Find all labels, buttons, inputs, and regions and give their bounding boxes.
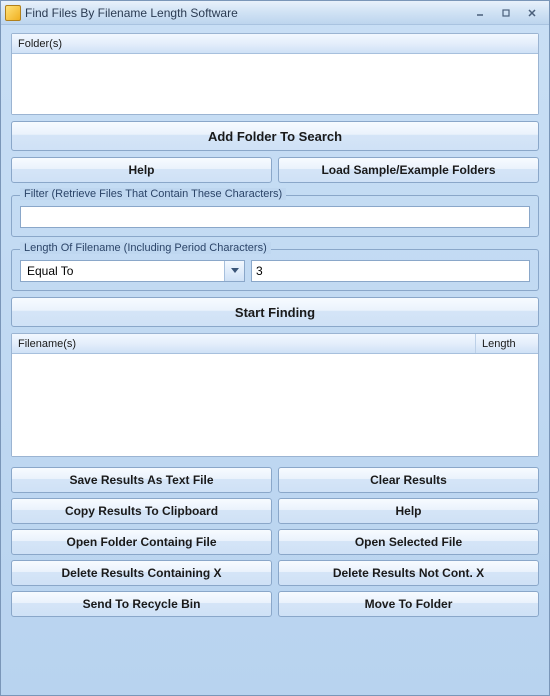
results-col-length[interactable]: Length (476, 334, 538, 353)
recycle-button[interactable]: Send To Recycle Bin (11, 591, 272, 617)
results-col-filename[interactable]: Filename(s) (12, 334, 476, 353)
filter-legend: Filter (Retrieve Files That Contain Thes… (20, 188, 286, 200)
operator-combobox[interactable] (20, 260, 245, 282)
btn-row-3: Open Folder Containg File Open Selected … (11, 529, 539, 555)
folders-listbox[interactable]: Folder(s) (11, 33, 539, 115)
btn-row-2: Copy Results To Clipboard Help (11, 498, 539, 524)
folders-header: Folder(s) (12, 34, 538, 54)
length-legend: Length Of Filename (Including Period Cha… (20, 242, 271, 254)
close-button[interactable] (519, 4, 545, 22)
app-icon (5, 5, 21, 21)
help-button-bottom[interactable]: Help (278, 498, 539, 524)
open-selected-button[interactable]: Open Selected File (278, 529, 539, 555)
add-folder-button[interactable]: Add Folder To Search (11, 121, 539, 151)
btn-row-1: Save Results As Text File Clear Results (11, 467, 539, 493)
save-results-button[interactable]: Save Results As Text File (11, 467, 272, 493)
load-sample-button[interactable]: Load Sample/Example Folders (278, 157, 539, 183)
start-finding-button[interactable]: Start Finding (11, 297, 539, 327)
maximize-button[interactable] (493, 4, 519, 22)
open-folder-button[interactable]: Open Folder Containg File (11, 529, 272, 555)
length-value-input[interactable] (251, 260, 530, 282)
btn-row-5: Send To Recycle Bin Move To Folder (11, 591, 539, 617)
folders-header-cell[interactable]: Folder(s) (12, 34, 538, 53)
copy-results-button[interactable]: Copy Results To Clipboard (11, 498, 272, 524)
window-controls (467, 4, 545, 22)
operator-combo-wrap (20, 260, 245, 282)
filter-group: Filter (Retrieve Files That Contain Thes… (11, 195, 539, 237)
minimize-button[interactable] (467, 4, 493, 22)
filter-input[interactable] (20, 206, 530, 228)
window-title: Find Files By Filename Length Software (25, 6, 467, 20)
delete-not-cont-button[interactable]: Delete Results Not Cont. X (278, 560, 539, 586)
titlebar: Find Files By Filename Length Software (1, 1, 549, 25)
bottom-button-grid: Save Results As Text File Clear Results … (11, 467, 539, 617)
folders-body[interactable] (12, 54, 538, 114)
results-listbox[interactable]: Filename(s) Length (11, 333, 539, 457)
delete-containing-button[interactable]: Delete Results Containing X (11, 560, 272, 586)
content-area: Folder(s) Add Folder To Search Help Load… (1, 25, 549, 695)
results-body[interactable] (12, 354, 538, 456)
app-window: Find Files By Filename Length Software F… (0, 0, 550, 696)
help-button-top[interactable]: Help (11, 157, 272, 183)
btn-row-4: Delete Results Containing X Delete Resul… (11, 560, 539, 586)
help-sample-row: Help Load Sample/Example Folders (11, 157, 539, 183)
results-header: Filename(s) Length (12, 334, 538, 354)
move-button[interactable]: Move To Folder (278, 591, 539, 617)
length-row (20, 260, 530, 282)
clear-results-button[interactable]: Clear Results (278, 467, 539, 493)
length-group: Length Of Filename (Including Period Cha… (11, 249, 539, 291)
